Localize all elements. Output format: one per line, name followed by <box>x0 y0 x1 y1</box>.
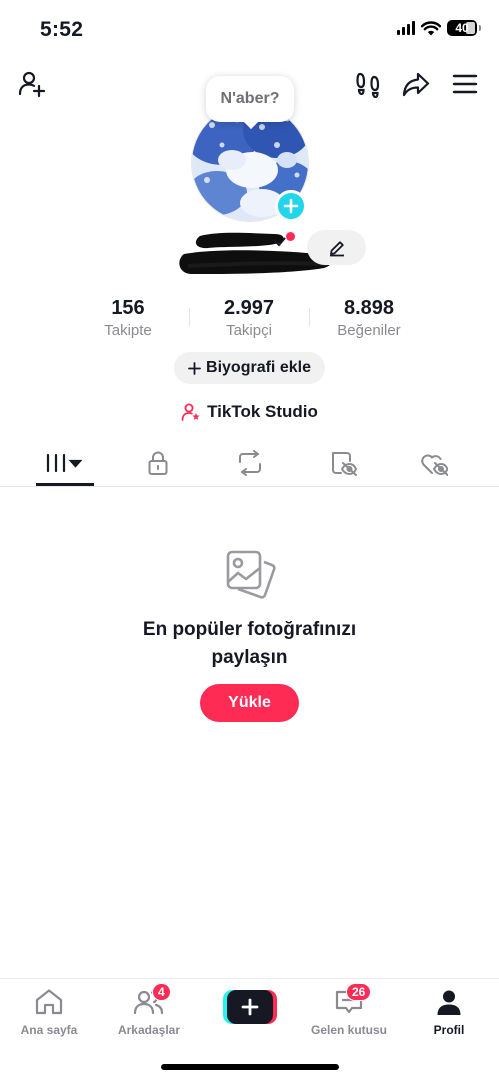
tab-liked[interactable] <box>402 440 466 486</box>
empty-title-line1: En popüler fotoğrafınızı <box>142 619 357 640</box>
tab-videos[interactable] <box>33 440 97 486</box>
tab-reposts[interactable] <box>218 440 282 486</box>
empty-state-title: En popüler fotoğrafınızı paylaşın <box>0 616 499 672</box>
status-bar: 5:52 40 <box>0 0 499 58</box>
nav-inbox[interactable]: 26 Gelen kutusu <box>304 983 394 1037</box>
add-story-button[interactable] <box>275 190 307 222</box>
repost-icon <box>239 450 261 476</box>
nav-home-label: Ana sayfa <box>20 1023 78 1037</box>
footprints-icon[interactable] <box>352 68 384 100</box>
nav-friends-label: Arkadaşlar <box>117 1023 181 1037</box>
tab-private[interactable] <box>126 440 190 486</box>
studio-creator-icon <box>181 403 200 421</box>
edit-profile-button[interactable] <box>307 230 366 265</box>
nav-profile[interactable]: Profil <box>404 987 494 1037</box>
add-bio-label: Biyografi ekle <box>206 359 311 376</box>
profile-stats: 156 Takipte 2.997 Takipçi 8.898 Beğenile… <box>0 296 499 344</box>
battery-icon: 40 <box>447 20 481 36</box>
likes-count: 8.898 <box>343 297 395 319</box>
active-tab-indicator <box>36 483 94 486</box>
empty-title-line2: paylaşın <box>211 647 288 668</box>
likes-label: Beğeniler <box>337 322 401 339</box>
lock-icon <box>148 451 168 475</box>
share-icon[interactable] <box>400 68 432 100</box>
following-label: Takipte <box>104 322 152 339</box>
stat-followers[interactable]: 2.997 Takipçi <box>189 296 309 341</box>
liked-hidden-icon <box>421 454 448 476</box>
studio-label: TikTok Studio <box>207 402 318 421</box>
nav-inbox-label: Gelen kutusu <box>310 1023 387 1037</box>
tiktok-studio-link[interactable]: TikTok Studio <box>0 402 499 422</box>
notification-dot <box>286 232 295 241</box>
friends-icon: 4 <box>132 983 171 1017</box>
menu-icon[interactable] <box>449 68 481 100</box>
pencil-icon <box>329 240 344 256</box>
nav-profile-label: Profil <box>433 1023 465 1037</box>
followers-count: 2.997 <box>223 297 275 319</box>
friends-badge: 4 <box>152 983 171 1001</box>
profile-icon <box>432 987 466 1017</box>
battery-level-text: 40 <box>455 21 469 35</box>
following-count: 156 <box>111 297 145 319</box>
hidden-tag-icon <box>332 452 357 476</box>
upload-button[interactable]: Yükle <box>200 684 299 722</box>
tab-tagged[interactable] <box>311 440 375 486</box>
followers-label: Takipçi <box>226 322 272 339</box>
plus-icon <box>283 198 299 214</box>
status-indicators: 40 <box>397 20 481 36</box>
wifi-icon <box>421 20 441 35</box>
status-time: 5:52 <box>40 18 84 41</box>
note-bubble[interactable]: N'aber? <box>206 76 294 122</box>
home-icon <box>32 987 66 1017</box>
inbox-icon: 26 <box>332 983 372 1017</box>
add-friend-icon[interactable] <box>16 68 48 100</box>
nav-friends[interactable]: 4 Arkadaşlar <box>104 983 194 1037</box>
stat-likes[interactable]: 8.898 Beğeniler <box>309 296 429 341</box>
profile-tabs <box>0 440 499 487</box>
plus-icon <box>241 998 259 1016</box>
add-bio-button[interactable]: Biyografi ekle <box>174 352 325 384</box>
nav-home[interactable]: Ana sayfa <box>4 987 94 1037</box>
cellular-signal-icon <box>397 21 415 35</box>
inbox-badge: 26 <box>346 983 372 1001</box>
home-indicator <box>161 1064 339 1070</box>
note-text: N'aber? <box>220 90 280 107</box>
stat-following[interactable]: 156 Takipte <box>68 296 188 341</box>
create-button[interactable] <box>223 990 277 1024</box>
grid-icon <box>46 453 83 473</box>
photos-icon <box>222 548 278 604</box>
plus-icon <box>188 361 201 375</box>
